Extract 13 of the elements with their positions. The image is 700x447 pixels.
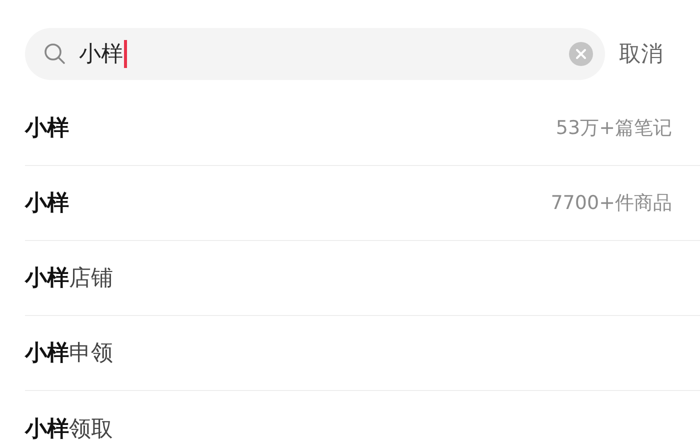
search-text: 小样 bbox=[79, 41, 123, 69]
search-field[interactable]: 小样 bbox=[25, 28, 605, 80]
suggestion-item[interactable]: 小样店铺 bbox=[25, 263, 113, 293]
cancel-button[interactable]: 取消 bbox=[619, 39, 663, 69]
suggestion-item[interactable]: 小样 bbox=[25, 188, 69, 218]
search-icon bbox=[43, 42, 67, 66]
suggestion-item[interactable]: 小样领取 bbox=[25, 414, 113, 444]
text-cursor bbox=[124, 40, 127, 68]
suggestion-item[interactable]: 小样 bbox=[25, 113, 69, 143]
suggestion-item[interactable]: 小样申领 bbox=[25, 338, 113, 368]
result-count: 53万+篇笔记 bbox=[556, 116, 672, 141]
clear-icon[interactable] bbox=[569, 42, 593, 66]
result-count: 7700+件商品 bbox=[550, 191, 672, 216]
